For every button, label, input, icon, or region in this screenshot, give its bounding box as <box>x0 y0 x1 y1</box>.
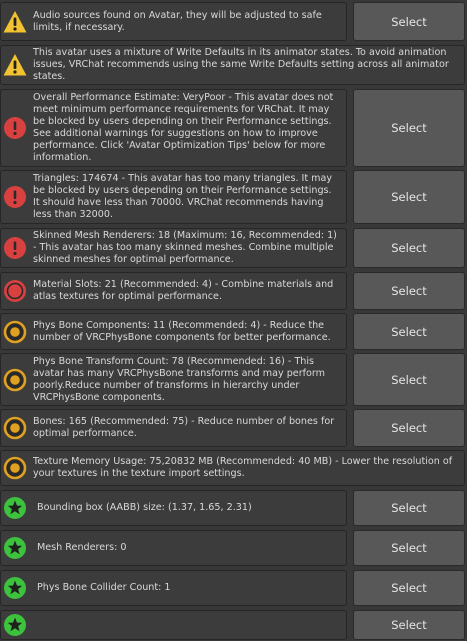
message-text: Phys Bone Collider Count: 1 <box>37 582 171 593</box>
medium-icon <box>3 456 27 480</box>
star-icon <box>3 613 27 637</box>
validation-row: Bounding box (AABB) size: (1.37, 1.65, 2… <box>0 490 467 526</box>
select-button[interactable]: Select <box>353 170 465 224</box>
error-icon <box>3 236 27 260</box>
select-button[interactable]: Select <box>353 2 465 41</box>
validation-row: Overall Performance Estimate: VeryPoor -… <box>0 89 467 167</box>
validation-row: Phys Bone Transform Count: 78 (Recommend… <box>0 353 467 406</box>
message-text: Skinned Mesh Renderers: 18 (Maximum: 16,… <box>33 230 337 265</box>
message-text: Mesh Renderers: 0 <box>37 542 127 553</box>
message-text: Phys Bone Transform Count: 78 (Recommend… <box>33 355 326 403</box>
validation-row: Audio sources found on Avatar, they will… <box>0 2 467 41</box>
message-box: Skinned Mesh Renderers: 18 (Maximum: 16,… <box>0 228 347 268</box>
warning-icon <box>3 53 27 77</box>
validation-row: Skinned Mesh Renderers: 18 (Maximum: 16,… <box>0 228 467 268</box>
star-icon <box>3 576 27 600</box>
select-button[interactable]: Select <box>353 610 465 640</box>
message-text: This avatar uses a mixture of Write Defa… <box>33 47 449 82</box>
warning-icon <box>3 10 27 34</box>
poor-icon <box>3 279 27 303</box>
message-text: Overall Performance Estimate: VeryPoor -… <box>33 92 334 163</box>
validation-row: Mesh Renderers: 0 Select <box>0 530 467 566</box>
select-button[interactable]: Select <box>353 530 465 566</box>
validation-row: Bones: 165 (Recommended: 75) - Reduce nu… <box>0 409 467 447</box>
error-icon <box>3 185 27 209</box>
message-text: Bones: 165 (Recommended: 75) - Reduce nu… <box>33 416 335 439</box>
message-text: Material Slots: 21 (Recommended: 4) - Co… <box>33 279 334 302</box>
message-text: Texture Memory Usage: 75,20832 MB (Recom… <box>33 456 453 479</box>
select-button[interactable]: Select <box>353 409 465 447</box>
message-text: Bounding box (AABB) size: (1.37, 1.65, 2… <box>37 502 252 513</box>
validation-row: This avatar uses a mixture of Write Defa… <box>0 45 467 85</box>
message-text: Phys Bone Components: 11 (Recommended: 4… <box>33 319 331 343</box>
message-box <box>0 610 347 640</box>
message-box: Texture Memory Usage: 75,20832 MB (Recom… <box>0 450 465 486</box>
message-text: Audio sources found on Avatar, they will… <box>33 9 322 33</box>
message-box: Bounding box (AABB) size: (1.37, 1.65, 2… <box>0 490 347 526</box>
validation-row: Select <box>0 610 467 640</box>
validation-row: Phys Bone Collider Count: 1 Select <box>0 570 467 606</box>
message-box: Material Slots: 21 (Recommended: 4) - Co… <box>0 272 347 310</box>
message-box: Phys Bone Collider Count: 1 <box>0 570 347 606</box>
message-text <box>37 611 340 639</box>
message-text: Triangles: 174674 - This avatar has too … <box>33 173 333 220</box>
validation-row: Triangles: 174674 - This avatar has too … <box>0 170 467 224</box>
message-box: Mesh Renderers: 0 <box>0 530 347 566</box>
message-box: Phys Bone Transform Count: 78 (Recommend… <box>0 353 347 406</box>
select-button[interactable]: Select <box>353 313 465 350</box>
message-box: Bones: 165 (Recommended: 75) - Reduce nu… <box>0 409 347 447</box>
star-icon <box>3 496 27 520</box>
select-button[interactable]: Select <box>353 570 465 606</box>
select-button[interactable]: Select <box>353 490 465 526</box>
medium-icon <box>3 416 27 440</box>
message-box: Overall Performance Estimate: VeryPoor -… <box>0 89 347 167</box>
validation-row: Texture Memory Usage: 75,20832 MB (Recom… <box>0 450 467 486</box>
message-box: Triangles: 174674 - This avatar has too … <box>0 170 347 224</box>
select-button[interactable]: Select <box>353 89 465 167</box>
error-icon <box>3 116 27 140</box>
message-box: Audio sources found on Avatar, they will… <box>0 2 347 41</box>
select-button[interactable]: Select <box>353 228 465 268</box>
medium-icon <box>3 320 27 344</box>
select-button[interactable]: Select <box>353 353 465 406</box>
medium-icon <box>3 368 27 392</box>
validation-row: Material Slots: 21 (Recommended: 4) - Co… <box>0 272 467 310</box>
star-icon <box>3 536 27 560</box>
message-box: Phys Bone Components: 11 (Recommended: 4… <box>0 313 347 350</box>
validation-row: Phys Bone Components: 11 (Recommended: 4… <box>0 313 467 350</box>
message-box: This avatar uses a mixture of Write Defa… <box>0 45 465 85</box>
select-button[interactable]: Select <box>353 272 465 310</box>
